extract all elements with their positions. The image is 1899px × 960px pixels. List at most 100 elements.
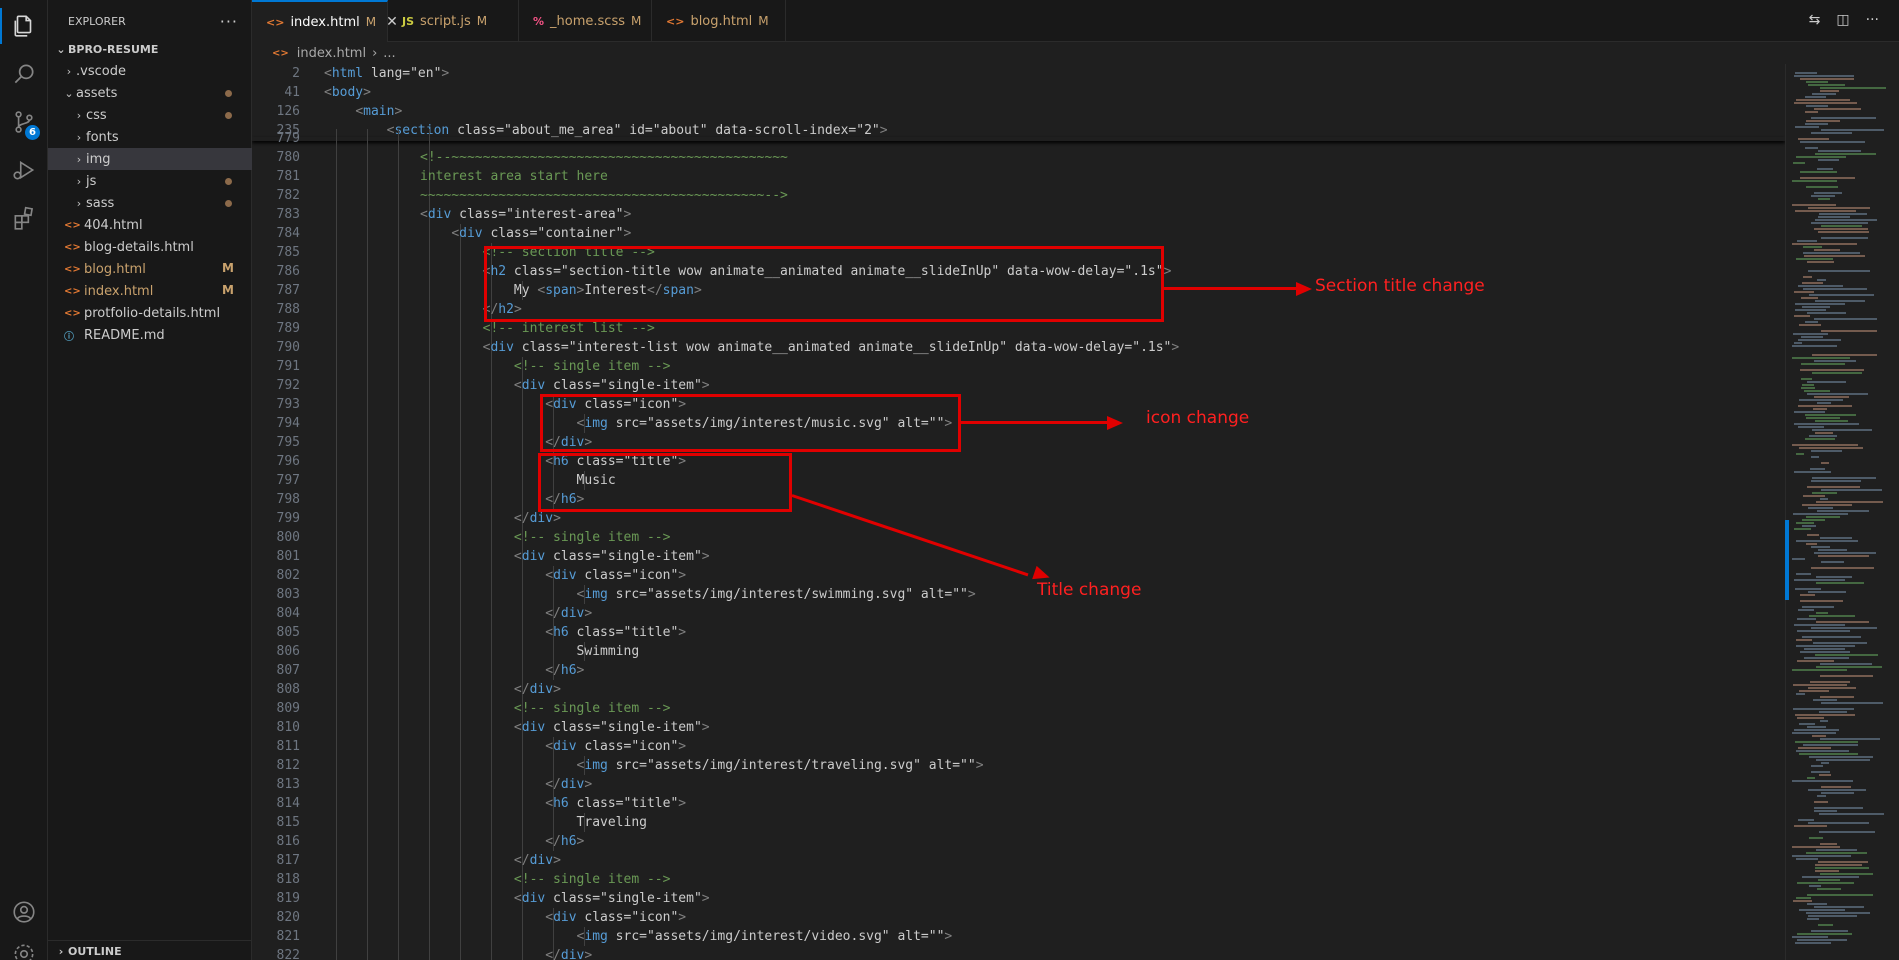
tree-item-protfolio-details[interactable]: <> protfolio-details.html xyxy=(48,302,252,324)
tab-blog-html[interactable]: <> blog.html M xyxy=(652,0,786,42)
tree-item-assets[interactable]: ⌄ assets xyxy=(48,82,252,104)
breadcrumb-symbol[interactable]: ... xyxy=(383,46,395,61)
code-line[interactable]: 812 <img src="assets/img/interest/travel… xyxy=(252,756,1785,775)
code-line[interactable]: 820 <div class="icon"> xyxy=(252,908,1785,927)
code-line[interactable]: 802 <div class="icon"> xyxy=(252,566,1785,585)
code-line[interactable]: 790 <div class="interest-list wow animat… xyxy=(252,338,1785,357)
tree-item-label: README.md xyxy=(84,327,165,343)
code-line[interactable]: 814 <h6 class="title"> xyxy=(252,794,1785,813)
code-line[interactable]: 803 <img src="assets/img/interest/swimmi… xyxy=(252,585,1785,604)
run-debug-icon[interactable] xyxy=(0,146,48,194)
tab-index-html[interactable]: <> index.html M ✕ xyxy=(252,0,398,42)
code-line[interactable]: 807 </h6> xyxy=(252,661,1785,680)
scrollbar-thumb[interactable] xyxy=(1785,520,1789,600)
code-line[interactable]: 780 <!--~~~~~~~~~~~~~~~~~~~~~~~~~~~~~~~~~… xyxy=(252,148,1785,167)
code-line[interactable]: 822 </div> xyxy=(252,946,1785,960)
split-editor-icon[interactable]: ◫ xyxy=(1836,12,1849,28)
title-annotation: Title change xyxy=(1037,580,1142,600)
code-line[interactable]: 779 xyxy=(252,129,1785,148)
code-line[interactable]: 797 Music xyxy=(252,471,1785,490)
code-line[interactable]: 798 </h6> xyxy=(252,490,1785,509)
code-line[interactable]: 817 </div> xyxy=(252,851,1785,870)
minimap-line xyxy=(1818,150,1861,152)
project-folder[interactable]: ⌄ BPRO-RESUME xyxy=(48,38,252,60)
tree-item-blog-details[interactable]: <> blog-details.html xyxy=(48,236,252,258)
minimap-line xyxy=(1799,753,1858,755)
code-line[interactable]: 808 </div> xyxy=(252,680,1785,699)
tree-item-fonts[interactable]: › fonts xyxy=(48,126,252,148)
outline-section[interactable]: › OUTLINE xyxy=(48,940,252,960)
code-line[interactable]: 784 <div class="container"> xyxy=(252,224,1785,243)
code-line[interactable]: 804 </div> xyxy=(252,604,1785,623)
more-actions-icon[interactable]: ··· xyxy=(1866,12,1879,28)
minimap-line xyxy=(1799,447,1863,449)
code-line[interactable]: 806 Swimming xyxy=(252,642,1785,661)
sticky-scroll-line[interactable]: 126 <main> xyxy=(252,102,1785,121)
minimap-line xyxy=(1817,510,1869,512)
tree-item-img[interactable]: › img xyxy=(48,148,252,170)
indent-guide xyxy=(336,471,337,490)
minimap-line xyxy=(1797,939,1847,941)
tree-item-index[interactable]: <> index.html M xyxy=(48,280,252,302)
code-line[interactable]: 782 ~~~~~~~~~~~~~~~~~~~~~~~~~~~~~~~~~~~~~… xyxy=(252,186,1785,205)
code-line[interactable]: 821 <img src="assets/img/interest/video.… xyxy=(252,927,1785,946)
minimap-line xyxy=(1795,714,1855,716)
account-icon[interactable] xyxy=(0,888,48,936)
code-line[interactable]: 816 </h6> xyxy=(252,832,1785,851)
code-line[interactable]: 792 <div class="single-item"> xyxy=(252,376,1785,395)
code-line[interactable]: 819 <div class="single-item"> xyxy=(252,889,1785,908)
code-line[interactable]: 809 <!-- single item --> xyxy=(252,699,1785,718)
tree-item-readme[interactable]: ⓘ README.md xyxy=(48,324,252,346)
code-line[interactable]: 801 <div class="single-item"> xyxy=(252,547,1785,566)
tree-item-css[interactable]: › css xyxy=(48,104,252,126)
tree-item-label: blog.html xyxy=(84,261,146,277)
sticky-scroll-line[interactable]: 2 <html lang="en"> xyxy=(252,64,1785,83)
minimap-line xyxy=(1798,609,1814,611)
source-control-icon[interactable]: 6 xyxy=(0,98,48,146)
tree-item-blog[interactable]: <> blog.html M xyxy=(48,258,252,280)
code-line[interactable]: 791 <!-- single item --> xyxy=(252,357,1785,376)
minimap-line xyxy=(1817,888,1841,890)
tab-home-scss[interactable]: % _home.scss M xyxy=(519,0,652,42)
minimap-line xyxy=(1814,228,1868,230)
code-line[interactable]: 800 <!-- single item --> xyxy=(252,528,1785,547)
tree-item-vscode[interactable]: › .vscode xyxy=(48,60,252,82)
tree-item-js[interactable]: › js xyxy=(48,170,252,192)
minimap-line xyxy=(1804,390,1830,392)
explorer-icon[interactable] xyxy=(0,2,48,50)
settings-gear-icon[interactable] xyxy=(0,930,48,960)
more-actions-icon[interactable]: ··· xyxy=(220,12,238,31)
minimap-line xyxy=(1802,384,1814,386)
minimap-line xyxy=(1799,324,1821,326)
sticky-scroll-line[interactable]: 41 <body> xyxy=(252,83,1785,102)
code-editor[interactable]: 2 <html lang="en"> 41 <body> 126 <main> 235 <… xyxy=(252,64,1785,960)
code-line[interactable]: 805 <h6 class="title"> xyxy=(252,623,1785,642)
minimap[interactable] xyxy=(1785,64,1899,960)
indent-guide xyxy=(367,585,368,604)
indent-guide xyxy=(398,946,399,960)
code-line[interactable]: 793 <div class="icon"> xyxy=(252,395,1785,414)
code-line[interactable]: 795 </div> xyxy=(252,433,1785,452)
indent-guide xyxy=(336,680,337,699)
code-line[interactable]: 810 <div class="single-item"> xyxy=(252,718,1785,737)
breadcrumb-file[interactable]: index.html xyxy=(297,46,366,61)
search-icon[interactable] xyxy=(0,50,48,98)
open-changes-icon[interactable]: ⇆ xyxy=(1809,12,1821,28)
code-line[interactable]: 818 <!-- single item --> xyxy=(252,870,1785,889)
tab-script-js[interactable]: JS script.js M xyxy=(388,0,519,42)
code-line[interactable]: 811 <div class="icon"> xyxy=(252,737,1785,756)
tree-item-404[interactable]: <> 404.html xyxy=(48,214,252,236)
code-line[interactable]: 783 <div class="interest-area"> xyxy=(252,205,1785,224)
code-line[interactable]: 781 interest area start here xyxy=(252,167,1785,186)
line-number: 779 xyxy=(276,131,300,146)
code-line[interactable]: 813 </div> xyxy=(252,775,1785,794)
code-line[interactable]: 796 <h6 class="title"> xyxy=(252,452,1785,471)
code-line[interactable]: 799 </div> xyxy=(252,509,1785,528)
indent-guide xyxy=(398,870,399,889)
code-line[interactable]: 815 Traveling xyxy=(252,813,1785,832)
minimap-line xyxy=(1809,756,1873,758)
minimap-line xyxy=(1807,312,1846,314)
tree-item-sass[interactable]: › sass xyxy=(48,192,252,214)
indent-guide xyxy=(398,395,399,414)
extensions-icon[interactable] xyxy=(0,194,48,242)
